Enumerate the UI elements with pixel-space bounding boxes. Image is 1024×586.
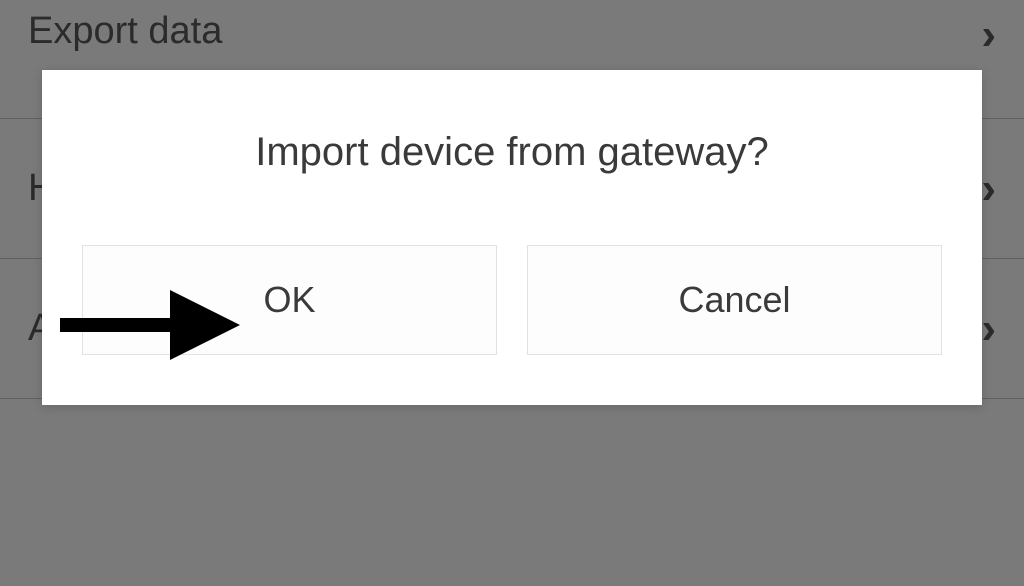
chevron-right-icon: › (981, 164, 996, 214)
confirm-dialog: Import device from gateway? OK Cancel (42, 70, 982, 405)
chevron-right-icon: › (981, 10, 996, 60)
list-item-label: Export data (28, 10, 222, 53)
ok-button[interactable]: OK (82, 245, 497, 355)
dialog-title: Import device from gateway? (82, 130, 942, 175)
dialog-button-row: OK Cancel (82, 245, 942, 355)
cancel-button[interactable]: Cancel (527, 245, 942, 355)
chevron-right-icon: › (981, 304, 996, 354)
